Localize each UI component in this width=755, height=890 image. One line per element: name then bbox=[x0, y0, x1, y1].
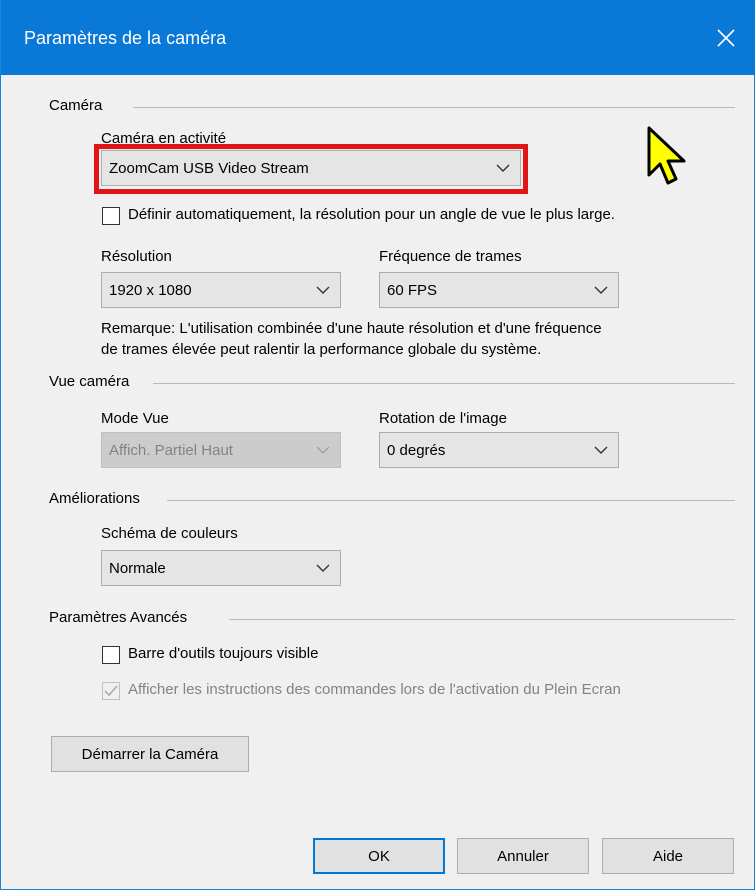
cancel-button[interactable]: Annuler bbox=[457, 838, 589, 874]
resolution-value: 1920 x 1080 bbox=[109, 282, 192, 299]
performance-note: Remarque: L'utilisation combinée d'une h… bbox=[101, 318, 602, 360]
note-line-2: de trames élevée peut ralentir la perfor… bbox=[101, 341, 542, 358]
cancel-label: Annuler bbox=[497, 847, 549, 865]
auto-resolution-label: Définir automatiquement, la résolution p… bbox=[128, 206, 615, 223]
window-title: Paramètres de la caméra bbox=[24, 28, 227, 48]
fullscreen-instructions-label: Afficher les instructions des commandes … bbox=[128, 681, 621, 698]
view-mode-value: Affich. Partiel Haut bbox=[109, 442, 233, 459]
chevron-down-icon bbox=[594, 286, 608, 294]
section-divider bbox=[153, 383, 735, 384]
chevron-down-icon bbox=[316, 286, 330, 294]
title-bar: Paramètres de la caméra bbox=[1, 0, 755, 75]
help-button[interactable]: Aide bbox=[602, 838, 734, 874]
start-camera-button[interactable]: Démarrer la Caméra bbox=[51, 736, 249, 772]
rotation-value: 0 degrés bbox=[387, 442, 446, 459]
fullscreen-instructions-checkbox bbox=[102, 682, 120, 700]
chevron-down-icon bbox=[316, 446, 330, 454]
chevron-down-icon bbox=[316, 564, 330, 572]
framerate-select[interactable]: 60 FPS bbox=[379, 272, 619, 308]
view-mode-label: Mode Vue bbox=[101, 410, 169, 427]
camera-settings-dialog: Paramètres de la caméra Caméra Caméra en… bbox=[0, 0, 755, 890]
ok-button[interactable]: OK bbox=[313, 838, 445, 874]
view-mode-select: Affich. Partiel Haut bbox=[101, 432, 341, 468]
section-title-view: Vue caméra bbox=[49, 373, 130, 390]
color-scheme-label: Schéma de couleurs bbox=[101, 525, 238, 542]
section-title-improvements: Améliorations bbox=[49, 490, 140, 507]
section-divider bbox=[167, 500, 735, 501]
color-scheme-select[interactable]: Normale bbox=[101, 550, 341, 586]
rotation-label: Rotation de l'image bbox=[379, 410, 507, 427]
auto-resolution-checkbox[interactable] bbox=[102, 207, 120, 225]
framerate-value: 60 FPS bbox=[387, 282, 438, 299]
framerate-label: Fréquence de trames bbox=[379, 248, 522, 265]
highlight-box bbox=[94, 144, 528, 194]
close-icon bbox=[717, 28, 735, 47]
mouse-cursor-icon bbox=[647, 126, 686, 185]
checkmark-icon bbox=[104, 685, 118, 697]
section-title-advanced: Paramètres Avancés bbox=[49, 609, 188, 626]
resolution-select[interactable]: 1920 x 1080 bbox=[101, 272, 341, 308]
resolution-label: Résolution bbox=[101, 248, 172, 265]
ok-label: OK bbox=[368, 847, 390, 865]
chevron-down-icon bbox=[594, 446, 608, 454]
section-title-camera: Caméra bbox=[49, 97, 103, 114]
close-button[interactable] bbox=[696, 0, 755, 75]
color-scheme-value: Normale bbox=[109, 560, 166, 577]
note-line-1: Remarque: L'utilisation combinée d'une h… bbox=[101, 320, 602, 337]
help-label: Aide bbox=[652, 847, 684, 865]
toolbar-visible-checkbox[interactable] bbox=[102, 646, 120, 664]
section-divider bbox=[133, 107, 735, 108]
start-camera-label: Démarrer la Caméra bbox=[81, 745, 219, 763]
toolbar-visible-label: Barre d'outils toujours visible bbox=[128, 645, 319, 662]
rotation-select[interactable]: 0 degrés bbox=[379, 432, 619, 468]
section-divider bbox=[229, 619, 735, 620]
